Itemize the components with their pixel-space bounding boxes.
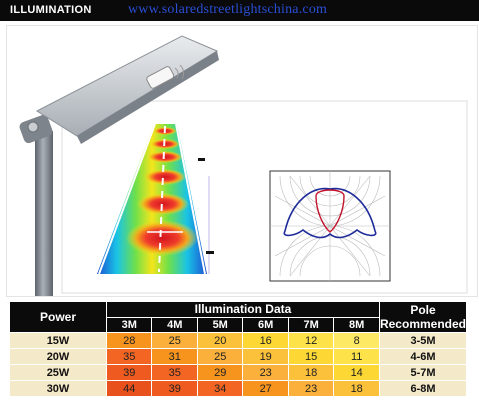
value-cell: 25 [151,332,198,349]
value-cell: 31 [151,348,198,365]
bracket-bolt [27,121,39,133]
value-cell: 23 [242,364,289,381]
table-row: 30W 44 39 34 27 23 18 6-8M [9,380,468,397]
lamp-pole [35,131,53,296]
pole-recommended-header: Pole Recommended [378,301,468,333]
value-cell: 11 [333,348,380,365]
power-cell: 25W [9,364,107,381]
distance-header: 3M [105,316,153,333]
table-row: 15W 28 25 20 16 12 8 3-5M [9,332,468,349]
value-cell: 16 [242,332,289,349]
pole-cell: 4-6M [378,348,468,365]
distance-header: 6M [242,316,289,333]
value-cell: 12 [287,332,335,349]
distance-header: 7M [287,316,335,333]
value-cell: 25 [196,348,244,365]
pole-cell: 3-5M [378,332,468,349]
value-cell: 34 [196,380,244,397]
distance-header: 5M [196,316,244,333]
value-cell: 20 [196,332,244,349]
section-title: ILLUMINATION [10,4,92,16]
value-cell: 27 [242,380,289,397]
polar-distribution-chart [269,170,391,282]
power-cell: 30W [9,380,107,397]
value-cell: 44 [105,380,153,397]
value-cell: 35 [151,364,198,381]
value-cell: 23 [287,380,335,397]
value-cell: 14 [333,364,380,381]
distance-header: 8M [333,316,380,333]
power-cell: 20W [9,348,107,365]
value-cell: 19 [242,348,289,365]
distance-header: 4M [151,316,198,333]
value-cell: 39 [151,380,198,397]
power-header: Power [9,301,107,333]
table-row: 20W 35 31 25 19 15 11 4-6M [9,348,468,365]
value-cell: 15 [287,348,335,365]
website-url: www.solaredstreetlightschina.com [128,2,328,17]
illumination-data-table: Power Illumination Data Pole Recommended … [9,301,468,397]
header-bar: ILLUMINATION www.solaredstreetlightschin… [0,0,479,21]
table-row: 25W 39 35 29 23 18 14 5-7M [9,364,468,381]
value-cell: 35 [105,348,153,365]
product-illustration [6,25,478,297]
pole-cell: 6-8M [378,380,468,397]
value-cell: 28 [105,332,153,349]
illumination-data-header: Illumination Data [106,301,380,318]
pole-cell: 5-7M [378,364,468,381]
value-cell: 18 [333,380,380,397]
value-cell: 39 [105,364,153,381]
value-cell: 29 [196,364,244,381]
value-cell: 18 [287,364,335,381]
power-cell: 15W [9,332,107,349]
value-cell: 8 [333,332,380,349]
